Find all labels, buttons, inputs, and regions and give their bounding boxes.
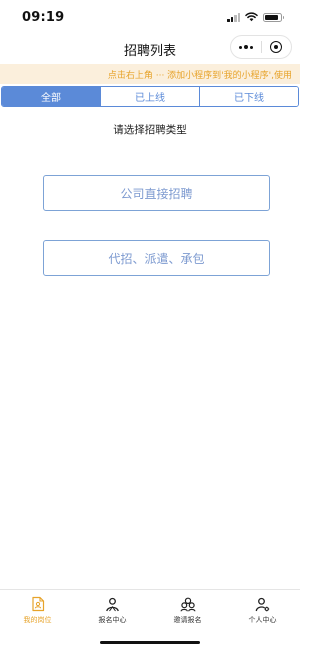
user-settings-icon xyxy=(255,596,271,612)
status-indicators xyxy=(227,12,284,22)
agency-dispatch-contract-button[interactable]: 代招、派遣、承包 xyxy=(43,240,270,276)
mini-program-capsule xyxy=(230,35,292,59)
tab-offline[interactable]: 已下线 xyxy=(199,87,298,106)
battery-icon xyxy=(263,12,284,22)
tabbar-item-invite-signup[interactable]: 邀请报名 xyxy=(150,590,225,634)
home-indicator xyxy=(100,641,200,644)
status-bar: 09:19 xyxy=(0,0,300,34)
tabbar-item-my-jobs[interactable]: 我的岗位 xyxy=(0,590,75,634)
tabbar-label-signup-center: 报名中心 xyxy=(98,616,127,624)
more-button[interactable] xyxy=(231,36,261,58)
bottom-tab-bar: 我的岗位 报名中心 邀请报名 个人中心 xyxy=(0,589,300,634)
person-icon xyxy=(105,596,121,612)
close-mini-program-button[interactable] xyxy=(262,36,292,58)
cellular-signal-icon xyxy=(227,12,240,22)
direct-hiring-button[interactable]: 公司直接招聘 xyxy=(43,175,270,211)
tabbar-item-personal-center[interactable]: 个人中心 xyxy=(225,590,300,634)
status-filter-tabs: 全部 已上线 已下线 xyxy=(1,86,299,107)
nav-bar: 招聘列表 xyxy=(0,34,300,64)
tab-all[interactable]: 全部 xyxy=(2,87,100,106)
hint-text: 点击右上角 ··· 添加小程序到'我的小程序',使用 xyxy=(107,70,292,81)
target-circle-icon xyxy=(270,41,283,53)
job-file-icon xyxy=(30,596,46,612)
recruitment-type-prompt: 请选择招聘类型 xyxy=(113,124,187,136)
tabbar-label-invite-signup: 邀请报名 xyxy=(173,616,202,624)
tabbar-label-personal-center: 个人中心 xyxy=(248,616,277,624)
tab-online[interactable]: 已上线 xyxy=(100,87,199,106)
wifi-icon xyxy=(245,12,258,22)
add-to-my-programs-hint: 点击右上角 ··· 添加小程序到'我的小程序',使用 xyxy=(0,64,300,84)
battery-level xyxy=(265,14,278,20)
more-dots-icon xyxy=(238,44,253,50)
tabbar-label-my-jobs: 我的岗位 xyxy=(23,616,52,624)
tabbar-item-signup-center[interactable]: 报名中心 xyxy=(75,590,150,634)
users-icon xyxy=(179,596,196,612)
status-time: 09:19 xyxy=(22,9,65,25)
page-title: 招聘列表 xyxy=(123,43,176,59)
